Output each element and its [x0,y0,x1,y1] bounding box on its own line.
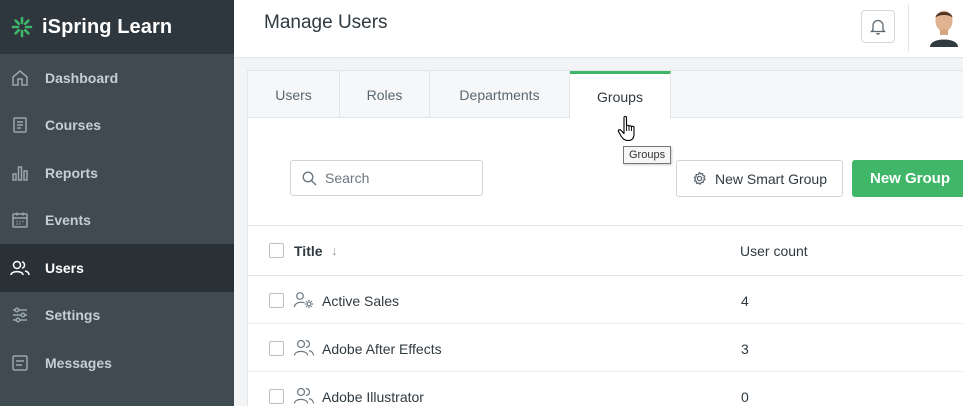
sort-down-icon[interactable]: ↓ [331,243,338,258]
header-divider [908,4,909,52]
tab-roles[interactable]: Roles [340,71,430,118]
group-icon [293,339,315,356]
users-icon [10,258,30,278]
courses-icon [10,115,30,135]
notifications-button[interactable] [861,10,895,43]
sidebar-item-label: Messages [45,354,112,371]
tab-tooltip: Groups [623,146,672,164]
brand[interactable]: iSpring Learn [0,0,234,54]
row-title[interactable]: Adobe After Effects [322,341,442,357]
tab-users[interactable]: Users [248,71,340,118]
groups-panel: Users Roles Departments Groups Search Gr… [247,70,963,406]
bell-icon [870,19,886,35]
new-smart-group-label: New Smart Group [714,170,828,187]
tab-departments[interactable]: Departments [430,71,570,118]
search-icon [302,170,317,185]
ispring-logo-icon [11,16,33,38]
search-input[interactable]: Search [290,160,483,196]
row-checkbox[interactable] [269,389,284,404]
sidebar-item-messages[interactable]: Messages [0,339,234,387]
row-title[interactable]: Adobe Illustrator [322,389,424,405]
sidebar-item-users[interactable]: Users [0,244,234,292]
row-user-count: 3 [741,341,749,357]
table-row[interactable]: Adobe Illustrator 0 [248,372,963,406]
row-user-count: 0 [741,389,749,405]
sidebar-item-dashboard[interactable]: Dashboard [0,54,234,102]
select-all-checkbox[interactable] [269,243,284,258]
group-icon [293,387,315,404]
calendar-icon [10,210,30,230]
new-smart-group-button[interactable]: New Smart Group [676,160,843,197]
sidebar-item-label: Courses [45,117,102,134]
hand-pointer-cursor-icon [617,115,635,142]
table-header: Title ↓ User count [248,225,963,276]
sidebar-item-label: Dashboard [45,69,119,86]
messages-icon [10,353,30,373]
row-checkbox[interactable] [269,293,284,308]
sidebar-item-label: Users [45,259,84,276]
smart-group-icon [293,292,314,309]
new-group-button[interactable]: New Group [852,160,963,197]
avatar[interactable] [927,7,961,47]
gear-icon [692,171,707,186]
sidebar-item-label: Settings [45,307,101,324]
tab-bar: Users Roles Departments Groups [248,71,963,119]
home-icon [10,68,30,88]
sidebar-item-reports[interactable]: Reports [0,149,234,197]
tab-groups[interactable]: Groups [570,71,671,119]
settings-icon [10,305,30,325]
page-title: Manage Users [264,12,388,33]
sidebar-item-label: Reports [45,164,98,181]
header: Manage Users [234,0,963,58]
search-placeholder: Search [325,170,370,186]
column-user-count[interactable]: User count [740,243,808,259]
sidebar-item-label: Events [45,212,91,229]
row-title[interactable]: Active Sales [322,293,399,309]
sidebar: iSpring Learn Dashboard Courses Reports … [0,0,234,406]
sidebar-item-settings[interactable]: Settings [0,292,234,340]
row-user-count: 4 [741,293,749,309]
sidebar-item-courses[interactable]: Courses [0,102,234,150]
table-row[interactable]: Adobe After Effects 3 [248,324,963,372]
sidebar-item-events[interactable]: Events [0,197,234,245]
column-title[interactable]: Title [294,243,323,259]
row-checkbox[interactable] [269,341,284,356]
reports-icon [10,163,30,183]
brand-name: iSpring Learn [42,15,173,38]
main-content: Users Roles Departments Groups Search Gr… [234,58,963,406]
table-row[interactable]: Active Sales 4 [248,276,963,324]
